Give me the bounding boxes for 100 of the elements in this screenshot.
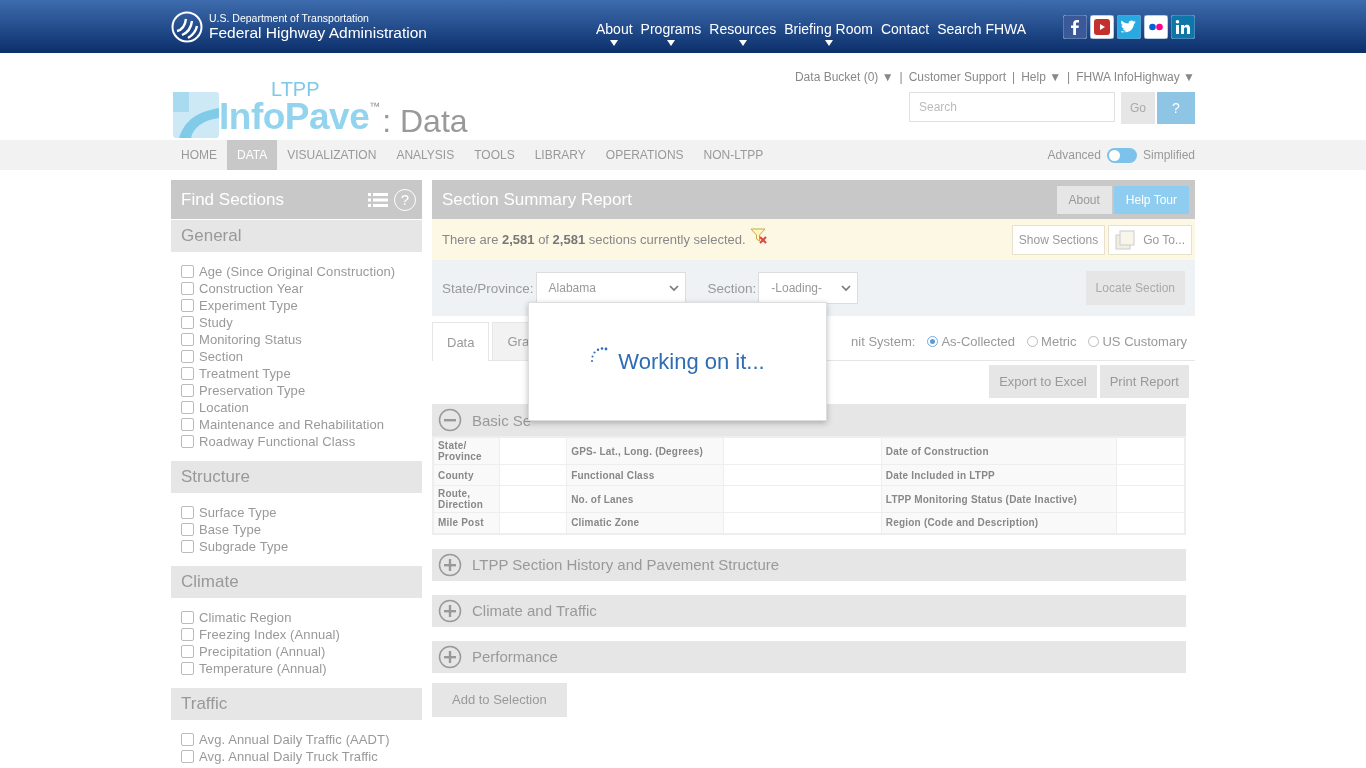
filter-clear-icon[interactable]: [749, 226, 768, 245]
checkbox[interactable]: [181, 282, 194, 295]
facebook-icon[interactable]: [1063, 14, 1087, 39]
group-header[interactable]: Climate: [171, 566, 422, 598]
list-icon[interactable]: [368, 191, 388, 208]
locate-section-button[interactable]: Locate Section: [1085, 271, 1185, 305]
action-button[interactable]: Export to Excel: [989, 365, 1097, 398]
search-field[interactable]: Search: [909, 92, 1115, 122]
logo-data: : Data: [382, 102, 468, 140]
top-nav-link[interactable]: Briefing Room: [780, 0, 877, 46]
checkbox[interactable]: [181, 750, 194, 763]
section-header[interactable]: Performance: [432, 640, 1186, 673]
group-header[interactable]: Structure: [171, 461, 422, 493]
filter-label: Surface Type: [199, 505, 277, 520]
section-dropdown[interactable]: -Loading-: [758, 272, 859, 304]
field-label: Section:: [707, 280, 757, 296]
section-header[interactable]: LTPP Section History and Pavement Structure: [432, 548, 1186, 581]
checkbox[interactable]: [181, 662, 194, 675]
top-nav-link[interactable]: Contact: [876, 0, 934, 37]
nav-tab[interactable]: VISUALIZATION: [277, 140, 387, 170]
checkbox[interactable]: [181, 540, 194, 553]
utility-link[interactable]: Data Bucket (0) ▼: [794, 70, 894, 84]
checkbox[interactable]: [181, 435, 194, 448]
top-nav-link[interactable]: About: [592, 0, 637, 46]
header-button[interactable]: Help Tour: [1113, 185, 1189, 214]
filter-label: Temperature (Annual): [199, 661, 327, 676]
nav-tab[interactable]: NON-LTPP: [693, 140, 774, 170]
top-nav-link[interactable]: Resources: [705, 0, 781, 46]
table-cell: GPS- Lat., Long. (Degrees): [566, 437, 724, 465]
filter-label: Construction Year: [199, 281, 304, 296]
filter-label: Maintenance and Rehabilitation: [199, 417, 385, 432]
chevron-icon: [841, 284, 852, 292]
go-to-button[interactable]: Go To...: [1108, 224, 1192, 255]
loading-message: Working on it...: [618, 348, 765, 375]
group-header[interactable]: General: [171, 220, 422, 252]
nav-tab[interactable]: LIBRARY: [524, 140, 596, 170]
utility-link[interactable]: Help ▼: [1021, 70, 1062, 84]
top-nav-link[interactable]: Search FHWA: [933, 0, 1031, 37]
utility-link[interactable]: FHWA InfoHighway ▼: [1076, 70, 1195, 84]
road-logo-icon[interactable]: [171, 90, 221, 140]
checkbox[interactable]: [181, 645, 194, 658]
linkedin-icon[interactable]: [1171, 14, 1195, 39]
checkbox[interactable]: [181, 299, 194, 312]
filter-label: Roadway Functional Class: [199, 434, 356, 449]
nav-tab[interactable]: TOOLS: [464, 140, 525, 170]
checkbox[interactable]: [181, 333, 194, 346]
table-cell: LTPP Monitoring Status (Date Inactive): [881, 485, 1117, 513]
filter-label: Experiment Type: [199, 298, 298, 313]
pages-icon: [1115, 229, 1138, 250]
show-sections-button[interactable]: Show Sections: [1011, 224, 1106, 255]
checkbox[interactable]: [181, 611, 194, 624]
checkbox[interactable]: [181, 628, 194, 641]
checkbox[interactable]: [181, 265, 194, 278]
mode-label: Advanced: [1047, 148, 1101, 162]
spinner-icon: [590, 346, 609, 365]
checkbox[interactable]: [181, 367, 194, 380]
group-header[interactable]: Traffic: [171, 688, 422, 720]
table-cell: Mile Post: [433, 512, 500, 534]
filter-label: Monitoring Status: [199, 332, 302, 347]
filter-label: Avg. Annual Daily Truck Traffic: [199, 749, 378, 764]
header-button[interactable]: About: [1056, 185, 1112, 214]
state-dropdown[interactable]: Alabama: [535, 272, 686, 304]
checkbox[interactable]: [181, 506, 194, 519]
filter-label: Precipitation (Annual): [199, 644, 326, 659]
add-to-selection-button[interactable]: Add to Selection: [432, 682, 567, 717]
checkbox[interactable]: [181, 316, 194, 329]
trademark: ™: [369, 100, 381, 112]
top-nav-link[interactable]: Programs: [636, 0, 706, 46]
unit-system-label: nit System:: [851, 334, 916, 349]
utility-link[interactable]: Customer Support: [908, 70, 1007, 84]
filter-label: Avg. Annual Daily Traffic (AADT): [199, 732, 390, 747]
nav-tab[interactable]: HOME: [171, 140, 227, 170]
action-button[interactable]: Print Report: [1099, 365, 1189, 398]
nav-tab[interactable]: ANALYSIS: [386, 140, 465, 170]
mode-toggle[interactable]: [1106, 147, 1137, 163]
checkbox[interactable]: [181, 401, 194, 414]
table-cell: Route, Direction: [433, 485, 500, 513]
tab[interactable]: Data: [432, 322, 490, 361]
checkbox[interactable]: [181, 384, 194, 397]
unit-radio[interactable]: US Customary: [1082, 334, 1187, 349]
flickr-icon[interactable]: [1144, 14, 1168, 39]
table-cell: Region (Code and Description): [881, 512, 1117, 534]
help-button[interactable]: ?: [1157, 92, 1195, 124]
checkbox[interactable]: [181, 523, 194, 536]
twitter-icon[interactable]: [1117, 14, 1141, 39]
checkbox[interactable]: [181, 418, 194, 431]
logo-ltpp: LTPP: [271, 80, 321, 98]
filter-label: Section: [199, 349, 244, 364]
section-header[interactable]: Climate and Traffic: [432, 594, 1186, 627]
selection-notice: There are 2,581 of 2,581 sections currently selected.: [442, 232, 746, 247]
checkbox[interactable]: [181, 733, 194, 746]
checkbox[interactable]: [181, 350, 194, 363]
youtube-icon[interactable]: [1090, 14, 1114, 39]
shield-logo-icon[interactable]: [171, 10, 203, 43]
mode-label: Simplified: [1142, 148, 1195, 162]
unit-radio[interactable]: As-Collected: [921, 334, 1016, 349]
agency-name: Federal Highway Administration: [209, 23, 427, 42]
nav-tab[interactable]: OPERATIONS: [595, 140, 694, 170]
unit-radio[interactable]: Metric: [1021, 334, 1077, 349]
go-button[interactable]: Go: [1121, 92, 1155, 124]
